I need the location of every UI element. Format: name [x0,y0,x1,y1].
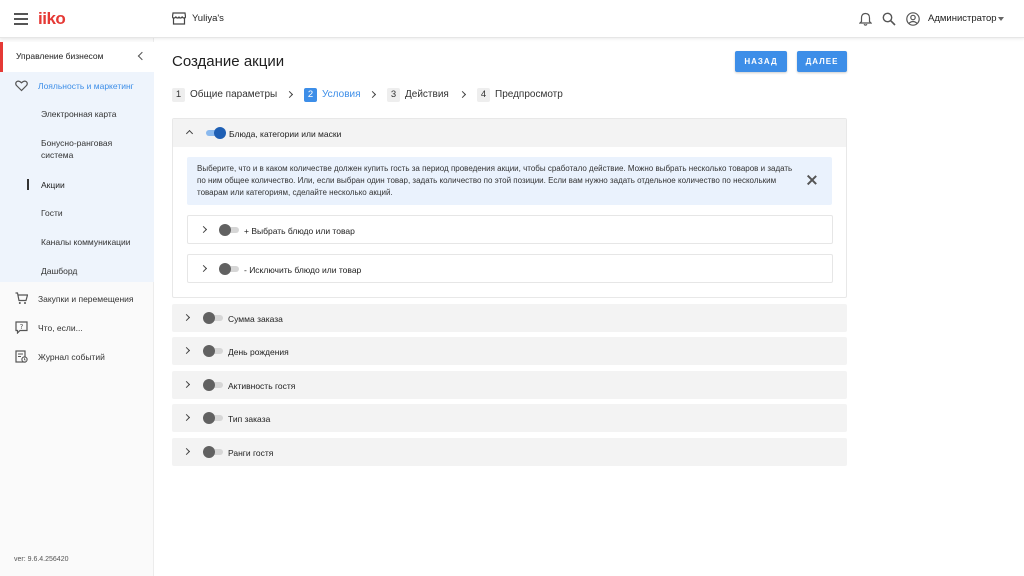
sub-condition-label: + Выбрать блюдо или товар [244,226,355,236]
toggle-knob [219,224,231,236]
sidebar-item-event-log[interactable]: Журнал событий [38,351,105,363]
dishes-toggle[interactable] [204,127,226,139]
chevron-right-icon[interactable] [182,447,191,456]
close-icon[interactable] [807,175,817,185]
cart-icon [15,292,28,304]
heart-icon [15,80,28,92]
sidebar-item-guests[interactable]: Гости [41,207,63,219]
step-general[interactable]: 1 Общие параметры [172,88,277,102]
exclude-toggle[interactable] [219,263,239,275]
info-message: Выберите, что и в каком количестве долже… [187,157,832,205]
step-actions[interactable]: 3 Действия [387,88,449,102]
chevron-right-icon[interactable] [182,413,191,422]
guest-ranks-toggle[interactable] [203,446,223,458]
condition-title: День рождения [228,347,289,357]
step-number: 3 [387,88,400,102]
step-conditions[interactable]: 2 Условия [304,88,361,102]
sidebar-item-purchases[interactable]: Закупки и перемещения [38,293,134,305]
sidebar-item-promotions[interactable]: Акции [41,179,65,191]
search-icon[interactable] [882,12,896,26]
version-label: ver: 9.6.4.256420 [14,556,69,563]
sidebar-item-dashboard[interactable]: Дашборд [41,265,77,277]
chevron-right-icon[interactable] [199,225,208,234]
store-name[interactable]: Yuliya's [192,13,224,24]
sub-condition-exclude[interactable]: - Исключить блюдо или товар [187,254,833,283]
step-number: 4 [477,88,490,102]
chevron-right-icon [458,90,467,99]
birthday-toggle[interactable] [203,345,223,357]
bell-icon[interactable] [859,12,872,26]
toggle-knob [203,379,215,391]
account-icon[interactable] [906,12,920,26]
chevron-right-icon [368,90,377,99]
svg-text:?: ? [20,323,24,331]
info-text: Выберите, что и в каком количестве долже… [197,164,793,197]
chevron-right-icon[interactable] [182,313,191,322]
sidebar: Управление бизнесом Лояльность и маркети… [0,38,154,576]
condition-order-sum[interactable]: Сумма заказа [172,304,847,332]
condition-title: Тип заказа [228,414,271,424]
condition-title: Блюда, категории или маски [229,129,342,139]
chevron-right-icon [285,90,294,99]
sub-condition-label: - Исключить блюдо или товар [244,265,362,275]
chevron-left-icon[interactable] [137,51,147,61]
toggle-knob [219,263,231,275]
condition-title: Сумма заказа [228,314,283,324]
include-toggle[interactable] [219,224,239,236]
condition-guest-ranks[interactable]: Ранги гостя [172,438,847,466]
sidebar-group-loyalty [0,72,154,282]
step-preview[interactable]: 4 Предпросмотр [477,88,563,102]
store-icon [172,12,186,25]
sidebar-item-what-if[interactable]: Что, если... [38,322,83,334]
sidebar-section-title: Управление бизнесом [16,51,104,61]
condition-panel-header[interactable]: Блюда, категории или маски [173,119,846,147]
condition-title: Активность гостя [228,381,296,391]
toggle-knob [203,312,215,324]
order-sum-toggle[interactable] [203,312,223,324]
toggle-knob [203,412,215,424]
chevron-up-icon[interactable] [185,129,194,138]
condition-title: Ранги гостя [228,448,274,458]
toggle-knob [203,345,215,357]
caret-down-icon[interactable] [998,17,1004,21]
chevron-right-icon[interactable] [182,380,191,389]
page-title: Создание акции [172,53,285,70]
sidebar-item-e-card[interactable]: Электронная карта [41,108,116,120]
sidebar-section-header[interactable]: Управление бизнесом [0,42,154,72]
sidebar-item-channels[interactable]: Каналы коммуникации [41,236,131,248]
sub-condition-include[interactable]: + Выбрать блюдо или товар [187,215,833,244]
step-label: Общие параметры [190,89,278,100]
chevron-right-icon[interactable] [199,264,208,273]
journal-icon [15,350,28,363]
step-label: Действия [405,89,449,100]
step-number: 2 [304,88,317,102]
sidebar-item-loyalty[interactable]: Лояльность и маркетинг [38,80,134,92]
sidebar-item-bonus-system[interactable]: Бонусно-ранговая система [41,137,141,161]
active-indicator [27,179,29,190]
condition-order-type[interactable]: Тип заказа [172,404,847,432]
top-bar: iiko Yuliya's Администратор [0,0,1024,38]
toggle-knob [203,446,215,458]
step-label: Условия [322,89,361,100]
step-number: 1 [172,88,185,102]
condition-guest-activity[interactable]: Активность гостя [172,371,847,399]
guest-activity-toggle[interactable] [203,379,223,391]
condition-birthday[interactable]: День рождения [172,337,847,365]
chevron-right-icon[interactable] [182,346,191,355]
back-button[interactable]: НАЗАД [735,51,787,72]
step-label: Предпросмотр [495,89,563,100]
next-button[interactable]: ДАЛЕЕ [797,51,847,72]
condition-panel-dishes: Блюда, категории или маски Выберите, что… [172,118,847,298]
menu-icon[interactable] [14,13,28,25]
toggle-knob [214,127,226,139]
logo[interactable]: iiko [38,10,66,28]
user-name[interactable]: Администратор [928,13,997,24]
question-icon: ? [15,321,28,334]
order-type-toggle[interactable] [203,412,223,424]
